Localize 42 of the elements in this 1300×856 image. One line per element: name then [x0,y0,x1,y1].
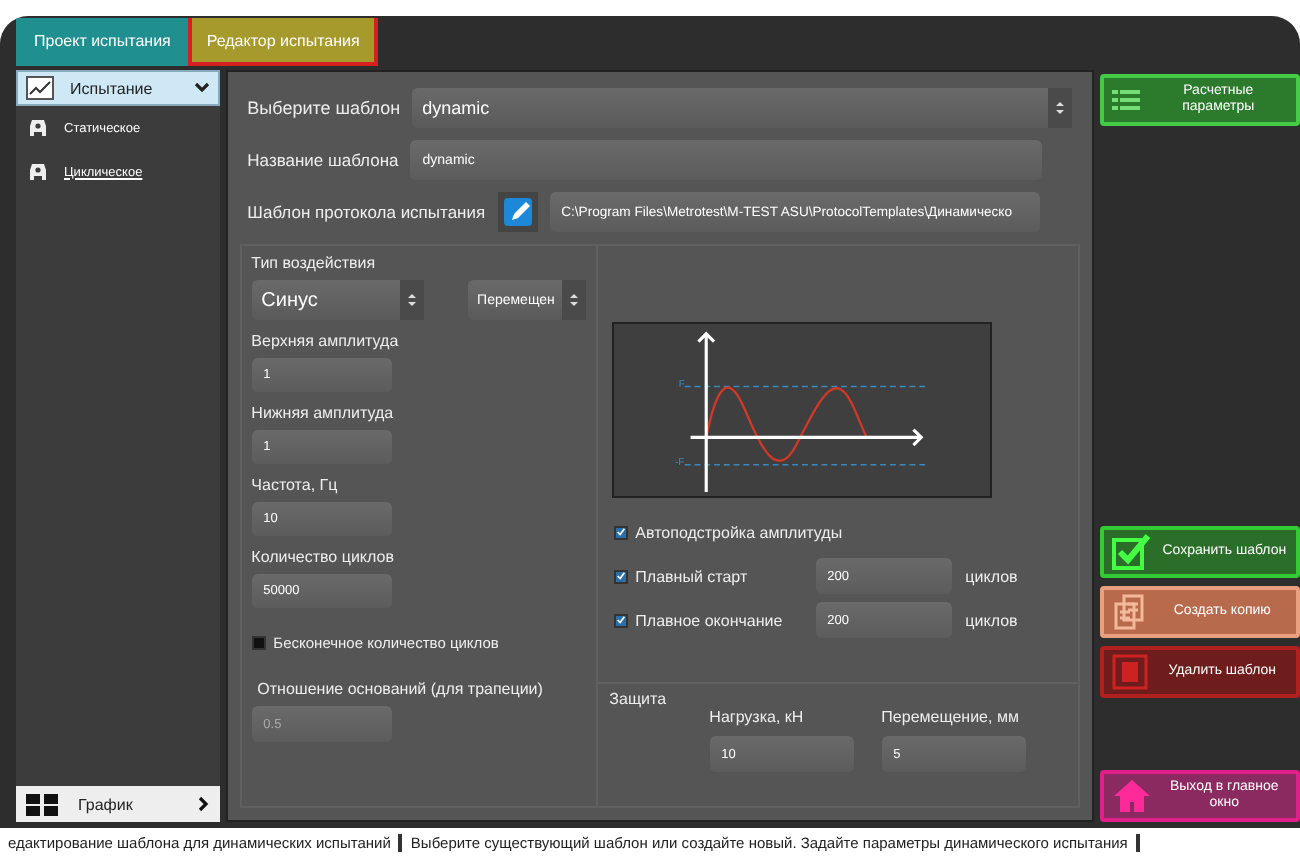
checkbox[interactable] [251,635,266,649]
field-label: Верхняя амплитуда [251,332,401,350]
unit-label: циклов [965,567,1018,585]
list-icon [1112,88,1141,112]
machine-icon [28,118,48,138]
checkbox[interactable] [613,525,628,539]
field-label: Название шаблона [247,150,399,170]
chevron-icon [193,82,210,94]
spinner-arrows-icon[interactable] [399,280,424,320]
template-select[interactable]: dynamic [412,88,1073,128]
field-label: Количество циклов [251,548,396,566]
grid-icon [26,793,58,815]
documents-icon [1112,594,1149,630]
checkmark-icon [1112,534,1153,570]
chevron-icon [197,796,210,812]
field-label: Частота, Гц [251,476,340,494]
field-label: Выберите шаблон [247,98,401,118]
field-label: Отношение оснований (для трапеции) [255,680,545,698]
edit-icon[interactable] [497,192,538,232]
checkbox[interactable] [613,569,628,583]
checkbox[interactable] [613,613,628,627]
field-label: Перемещение, мм [881,708,1019,726]
unit-label: циклов [965,611,1018,629]
sidebar-footer[interactable]: График [16,786,220,822]
checkbox-label: Плавный старт [635,567,750,585]
checkbox-label: Автоподстройка амплитуды [635,523,843,541]
tab[interactable]: Проект испытания [16,18,189,66]
trash-icon [1112,654,1149,690]
field-label: Нагрузка, кН [709,708,804,726]
sidebar-header-label: Испытание [70,79,155,97]
spinner-arrows-icon[interactable] [561,280,586,320]
spinner-arrows-icon[interactable] [1048,88,1073,128]
chart-icon [26,76,54,100]
group-label: Защита [609,690,669,708]
group-label: Тип воздействия [251,254,378,272]
home-icon [1112,778,1153,814]
impact-type-select[interactable]: Синус [251,280,424,320]
field-label: Нижняя амплитуда [251,404,396,422]
sidebar-header[interactable]: Испытание [16,70,220,106]
machine-icon [28,162,48,182]
field-label: Шаблон протокола испытания [247,202,486,222]
checkbox-label: Плавное окончание [635,611,785,629]
